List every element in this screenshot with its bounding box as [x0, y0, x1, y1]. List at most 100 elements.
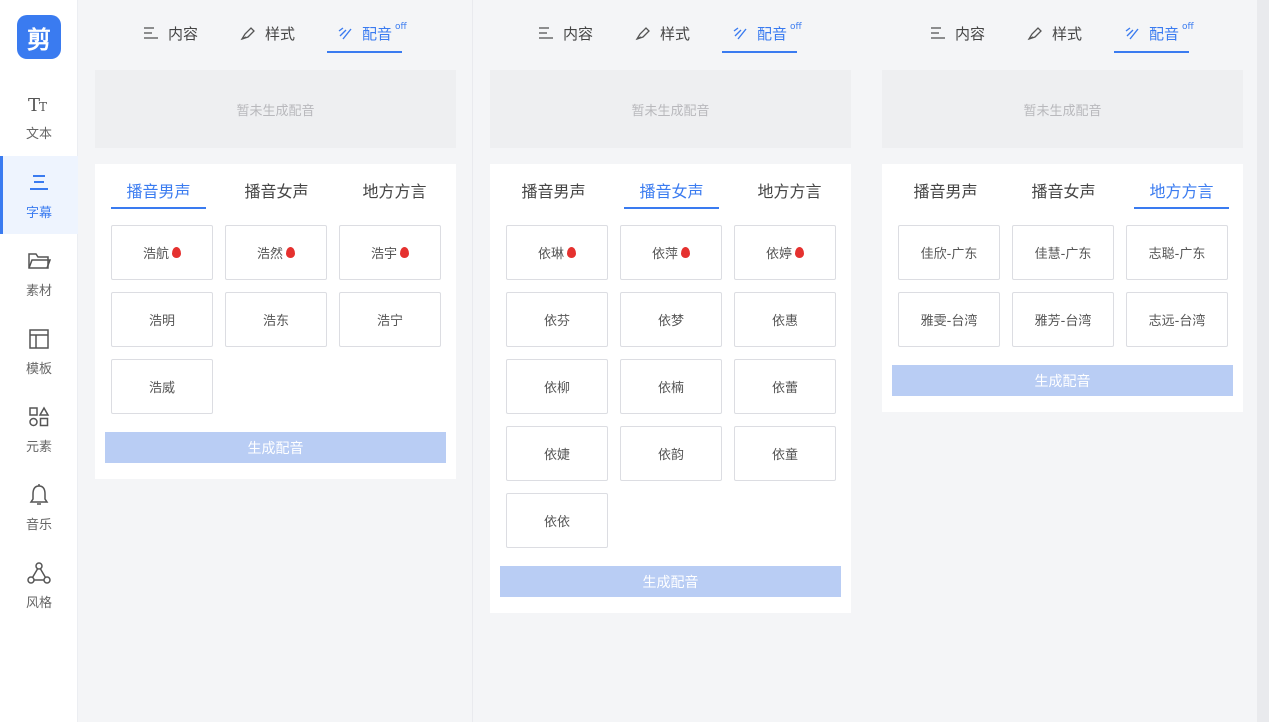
voice-name: 浩明 — [148, 314, 175, 329]
voice-option[interactable]: 浩宁 — [339, 292, 441, 347]
voice-option[interactable]: 浩威 — [111, 359, 213, 414]
app-logo: 剪 — [17, 15, 61, 59]
voice-tab-indicator — [111, 207, 206, 209]
sidebar-item-style[interactable]: 风格 — [0, 546, 78, 624]
hot-flame-icon — [400, 247, 409, 258]
voice-category-tab[interactable]: 播音女声 — [624, 178, 719, 202]
voice-name: 依芬 — [543, 314, 570, 329]
voice-name: 志聪-广东 — [1148, 247, 1206, 262]
tab-dubbing[interactable]: 配音 off — [731, 18, 802, 48]
voice-category-tab[interactable]: 播音男声 — [111, 178, 206, 202]
template-icon — [26, 326, 52, 352]
voice-name: 浩然 — [256, 247, 283, 262]
voice-category-tab[interactable]: 地方方言 — [1134, 178, 1229, 202]
voice-category-tabs: 播音男声 播音女声 地方方言 — [882, 164, 1243, 214]
svg-text:T: T — [39, 100, 47, 114]
sidebar-item-text[interactable]: TT 文本 — [0, 77, 78, 155]
tab-dubbing[interactable]: 配音 off — [1123, 18, 1194, 48]
tab-style[interactable]: 样式 — [1026, 18, 1082, 48]
voice-option[interactable]: 依婕 — [506, 426, 608, 481]
tab-style[interactable]: 样式 — [239, 18, 295, 48]
voice-option[interactable]: 志聪-广东 — [1126, 225, 1228, 280]
voice-option[interactable]: 依蕾 — [734, 359, 836, 414]
voice-option[interactable]: 依婷 — [734, 225, 836, 280]
voice-option[interactable]: 依萍 — [620, 225, 722, 280]
dubbing-panel: 内容 样式 配音 off 暂未生成配音 播音男声 播音女声 地方方言 佳欣-广东 佳慧-广… — [866, 0, 1259, 722]
voice-name: 依梦 — [657, 314, 684, 329]
tab-content-label: 内容 — [168, 24, 199, 43]
voice-card: 播音男声 播音女声 地方方言依琳 依萍 依婷依芬 依梦 依惠依柳 依楠 依蕾依婕 依韵 依童依依生成… — [490, 164, 851, 613]
voice-name: 佳慧-广东 — [1034, 247, 1092, 262]
tab-content[interactable]: 内容 — [142, 18, 198, 48]
voice-option[interactable]: 浩明 — [111, 292, 213, 347]
voice-category-tab[interactable]: 播音女声 — [229, 178, 324, 202]
tab-content[interactable]: 内容 — [929, 18, 985, 48]
sidebar-item-template[interactable]: 模板 — [0, 312, 78, 390]
dubbing-off-badge: off — [790, 22, 802, 32]
tab-dubbing[interactable]: 配音 off — [336, 18, 407, 48]
align-lines-icon — [929, 24, 947, 42]
generate-dubbing-button[interactable]: 生成配音 — [105, 432, 446, 463]
voice-option[interactable]: 浩宇 — [339, 225, 441, 280]
voice-category-tab[interactable]: 地方方言 — [742, 178, 837, 202]
voice-category-tab[interactable]: 播音男声 — [898, 178, 993, 202]
voice-option[interactable]: 浩航 — [111, 225, 213, 280]
voice-category-tab[interactable]: 播音男声 — [506, 178, 601, 202]
voice-option[interactable]: 依惠 — [734, 292, 836, 347]
tab-active-indicator — [1114, 51, 1189, 53]
tab-style-label: 样式 — [265, 24, 296, 43]
voice-option[interactable]: 依梦 — [620, 292, 722, 347]
voice-name: 依萍 — [651, 247, 678, 262]
voice-tab-indicator — [1134, 207, 1229, 209]
sidebar-item-music[interactable]: 音乐 — [0, 468, 78, 546]
voice-option[interactable]: 依芬 — [506, 292, 608, 347]
panel-tabs: 内容 样式 配音 off — [474, 0, 867, 60]
scrollbar-track[interactable] — [1257, 0, 1269, 722]
style-nodes-icon — [26, 560, 52, 586]
voice-option[interactable]: 浩东 — [225, 292, 327, 347]
voice-option[interactable]: 依韵 — [620, 426, 722, 481]
voice-option[interactable]: 浩然 — [225, 225, 327, 280]
panel-tabs: 内容 样式 配音 off — [79, 0, 472, 60]
voice-name: 依童 — [771, 448, 798, 463]
tab-content-label: 内容 — [563, 24, 594, 43]
align-lines-icon — [142, 24, 160, 42]
voice-name: 浩威 — [148, 381, 175, 396]
subtitle-lines-icon — [26, 170, 52, 196]
sidebar: 剪 TT 文本 字幕 素材 模板 元素 音乐 风格 — [0, 0, 78, 722]
voice-name: 依楠 — [657, 381, 684, 396]
voice-option[interactable]: 佳欣-广东 — [898, 225, 1000, 280]
voice-option[interactable]: 依依 — [506, 493, 608, 548]
dubbing-wave-icon — [731, 24, 749, 42]
generate-dubbing-button[interactable]: 生成配音 — [500, 566, 841, 597]
voice-name: 浩航 — [142, 247, 169, 262]
voice-option[interactable]: 依柳 — [506, 359, 608, 414]
generate-dubbing-button[interactable]: 生成配音 — [892, 365, 1233, 396]
voice-option[interactable]: 志远-台湾 — [1126, 292, 1228, 347]
bell-icon — [26, 482, 52, 508]
tab-style[interactable]: 样式 — [634, 18, 690, 48]
voice-name: 依依 — [543, 515, 570, 530]
voice-option[interactable]: 依童 — [734, 426, 836, 481]
voice-option[interactable]: 雅雯-台湾 — [898, 292, 1000, 347]
voice-option[interactable]: 雅芳-台湾 — [1012, 292, 1114, 347]
voice-name: 浩宁 — [376, 314, 403, 329]
sidebar-item-subtitle[interactable]: 字幕 — [0, 156, 78, 234]
tab-content[interactable]: 内容 — [537, 18, 593, 48]
voice-category-tab[interactable]: 播音女声 — [1016, 178, 1111, 202]
voice-option[interactable]: 依楠 — [620, 359, 722, 414]
hot-flame-icon — [681, 247, 690, 258]
shapes-icon — [26, 404, 52, 430]
sidebar-item-material[interactable]: 素材 — [0, 234, 78, 312]
voice-option[interactable]: 佳慧-广东 — [1012, 225, 1114, 280]
voice-name: 志远-台湾 — [1148, 314, 1206, 329]
folder-icon — [26, 248, 52, 274]
panel-divider — [472, 0, 473, 722]
panel-tabs: 内容 样式 配音 off — [866, 0, 1259, 60]
sidebar-item-elements[interactable]: 元素 — [0, 390, 78, 468]
dubbing-wave-icon — [336, 24, 354, 42]
tab-style-label: 样式 — [660, 24, 691, 43]
voice-option[interactable]: 依琳 — [506, 225, 608, 280]
tab-dubbing-label: 配音 — [362, 24, 393, 43]
voice-category-tab[interactable]: 地方方言 — [347, 178, 442, 202]
